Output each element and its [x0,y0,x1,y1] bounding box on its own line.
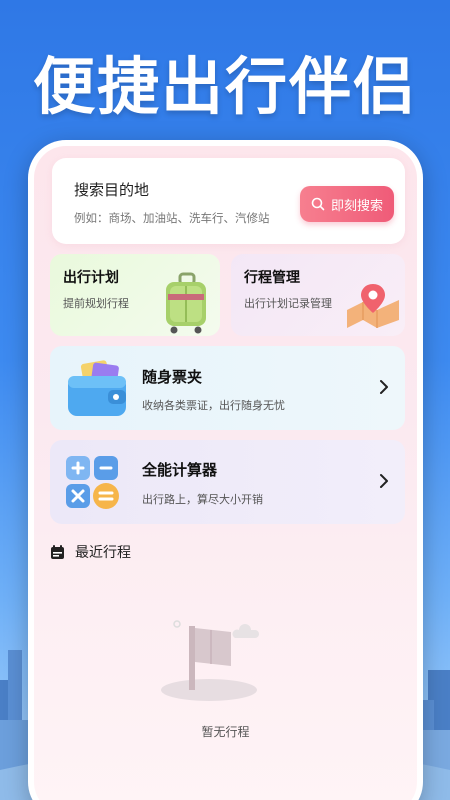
search-card[interactable]: 搜索目的地 例如：商场、加油站、洗车行、汽修站 即刻搜索 [52,158,405,244]
ticket-title: 随身票夹 [142,368,203,386]
feature-card-plan[interactable]: 出行计划 提前规划行程 [50,254,220,336]
plan-subtitle: 提前规划行程 [63,297,129,310]
calc-subtitle: 出行路上，算尽大小开销 [142,493,263,506]
promo-title: 便捷出行伴侣 [32,50,417,123]
calendar-icon [51,544,64,559]
search-button[interactable]: 即刻搜索 [300,186,394,222]
search-title: 搜索目的地 [74,181,150,199]
calc-title: 全能计算器 [142,461,218,479]
feature-card-trip[interactable]: 行程管理 出行计划记录管理 [231,254,405,336]
map-pin-icon [347,284,399,328]
recent-trips-header: 最近行程 [50,542,131,562]
search-hint: 例如：商场、加油站、洗车行、汽修站 [74,211,270,225]
chevron-right-icon[interactable] [379,379,389,395]
luggage-icon [166,272,206,334]
trip-subtitle: 出行计划记录管理 [244,297,332,310]
search-icon [311,197,325,211]
trip-title: 行程管理 [244,270,300,286]
app-screen: 搜索目的地 例如：商场、加油站、洗车行、汽修站 即刻搜索 出行计划 提前规划行程 [34,146,417,800]
empty-flag-icon [161,620,259,701]
phone-frame: 搜索目的地 例如：商场、加油站、洗车行、汽修站 即刻搜索 出行计划 提前规划行程 [28,140,423,800]
recent-trips-title: 最近行程 [75,545,131,561]
ticket-subtitle: 收纳各类票证，出行随身无忧 [142,399,285,412]
feature-card-calculator[interactable]: 全能计算器 出行路上，算尽大小开销 [50,440,405,524]
search-button-label: 即刻搜索 [330,198,383,214]
plan-title: 出行计划 [63,270,119,286]
wallet-icon [68,360,126,416]
empty-state-text: 暂无行程 [201,725,250,739]
chevron-right-icon[interactable] [379,473,389,489]
calculator-icon [66,456,119,509]
feature-card-ticket[interactable]: 随身票夹 收纳各类票证，出行随身无忧 [50,346,405,430]
